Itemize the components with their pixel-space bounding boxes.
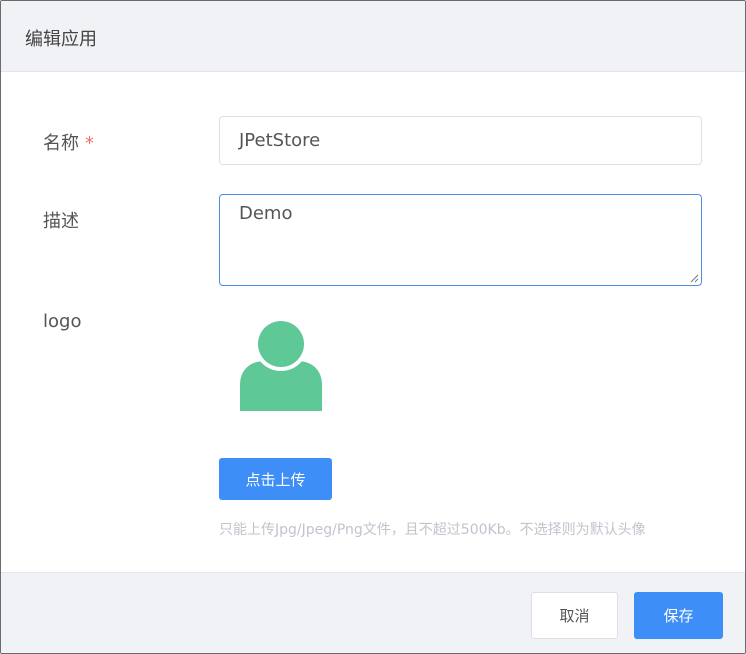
description-label: 描述 [43, 211, 79, 232]
user-avatar-icon [240, 319, 322, 411]
name-input[interactable]: JPetStore [219, 116, 702, 165]
save-button[interactable]: 保存 [634, 592, 723, 639]
description-textarea[interactable]: Demo [219, 194, 702, 286]
name-label: 名称 * [43, 129, 94, 155]
description-text: Demo [239, 203, 293, 224]
upload-hint: 只能上传Jpg/Jpeg/Png文件，且不超过500Kb。不选择则为默认头像 [219, 522, 646, 538]
upload-button[interactable]: 点击上传 [219, 458, 332, 500]
required-mark: * [85, 133, 94, 154]
edit-app-dialog: 编辑应用 名称 * JPetStore 描述 Demo logo 点击上传 只能上… [0, 0, 746, 654]
cancel-button[interactable]: 取消 [531, 592, 618, 639]
name-label-text: 名称 [43, 133, 79, 154]
dialog-header: 编辑应用 [1, 1, 745, 72]
logo-label: logo [43, 311, 82, 332]
resize-handle-icon[interactable] [689, 273, 699, 283]
dialog-footer: 取消 保存 [1, 572, 745, 653]
dialog-title: 编辑应用 [25, 29, 97, 50]
